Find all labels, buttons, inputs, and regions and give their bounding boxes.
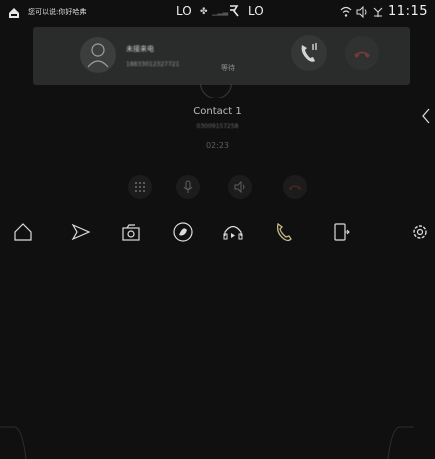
nav-home[interactable] (12, 221, 34, 243)
fan-level-icon: ▁▂▃ (212, 8, 229, 16)
avatar (80, 37, 116, 73)
headphones-play-icon (223, 225, 243, 240)
clock: 11:15 (388, 4, 428, 19)
nav-media[interactable] (222, 221, 244, 243)
caller-number: 18833012327721 (126, 61, 180, 68)
nav-corner-right (387, 426, 414, 459)
end-call-button[interactable] (283, 175, 307, 199)
home-icon (14, 223, 32, 241)
status-icons: 11:15 (340, 4, 428, 19)
bottom-nav (0, 211, 435, 459)
climate-icon (373, 7, 383, 17)
nav-phone-link[interactable] (330, 221, 352, 243)
chevron-left-icon[interactable] (420, 107, 432, 125)
phone-hangup-icon (354, 51, 370, 58)
nav-corner-left (0, 426, 27, 459)
caller-name: 未接来电 (126, 45, 154, 53)
mute-button[interactable] (176, 175, 200, 199)
accept-call-button[interactable] (291, 35, 327, 71)
fan-icon[interactable]: ✤ (200, 7, 208, 17)
phone-mirror-icon (334, 223, 350, 241)
nav-apps[interactable] (172, 221, 194, 243)
gear-icon (413, 225, 427, 239)
volume-icon (356, 5, 367, 18)
passenger-temperature[interactable]: LO (248, 4, 264, 18)
nav-navigation[interactable] (70, 221, 92, 243)
nav-camera[interactable] (120, 221, 142, 243)
nav-settings[interactable] (409, 221, 431, 243)
nav-phone[interactable] (273, 221, 295, 243)
apps-circle-icon (173, 222, 193, 242)
status-bar: 您可以说:你好哈弗 LO ✤ ▁▂▃ LO 11:15 (0, 0, 435, 26)
call-timer: 02:23 (205, 141, 230, 150)
contact-number: 03009157258 (196, 123, 239, 130)
seat-airflow-icon[interactable] (228, 4, 240, 18)
person-icon (87, 43, 109, 68)
wifi-icon (340, 6, 352, 17)
caller-avatar-ring (196, 84, 236, 98)
keypad-icon (135, 182, 145, 192)
navigation-icon (71, 223, 91, 241)
camera-icon (122, 224, 140, 241)
decline-call-button[interactable] (345, 36, 379, 70)
speaker-button[interactable] (228, 175, 252, 199)
phone-hangup-icon (289, 185, 301, 190)
home-icon[interactable] (7, 6, 21, 20)
driver-temperature[interactable]: LO (176, 4, 192, 18)
microphone-icon (183, 180, 193, 193)
call-status: 等待 (221, 64, 235, 72)
voice-assistant-hint: 您可以说:你好哈弗 (28, 8, 87, 16)
speaker-icon (234, 180, 245, 194)
incoming-call-card[interactable]: 未接来电 18833012327721 等待 (33, 27, 410, 85)
contact-name: Contact 1 (193, 106, 242, 117)
phone-icon (276, 222, 292, 242)
phone-accept-icon (301, 43, 317, 62)
keypad-button[interactable] (128, 175, 152, 199)
